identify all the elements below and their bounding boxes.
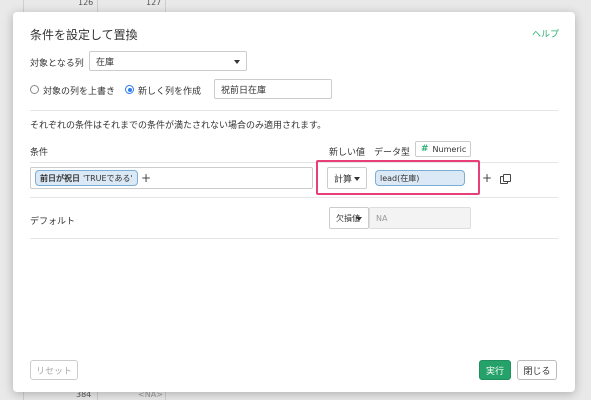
condition-field[interactable]: 前日が祝日 'TRUEである' + (30, 167, 313, 189)
target-column-select[interactable]: 在庫 (89, 51, 247, 71)
add-row-button[interactable]: + (482, 172, 492, 184)
condition-column: 前日が祝日 (40, 173, 80, 183)
value-expression-field[interactable]: lead(在庫) (375, 170, 465, 186)
divider (30, 110, 558, 111)
reset-button[interactable]: リセット (30, 360, 78, 380)
default-mode-select[interactable]: 欠損値 (329, 207, 369, 229)
chevron-down-icon (356, 217, 362, 221)
duplicate-icon[interactable] (500, 174, 511, 184)
help-link[interactable]: ヘルプ (532, 27, 559, 40)
dialog-title: 条件を設定して置換 (30, 28, 138, 42)
new-column-name-input[interactable]: 祝前日在庫 (214, 79, 332, 99)
default-label: デフォルト (30, 217, 76, 227)
bg-cell: 126 (78, 0, 94, 7)
overwrite-radio[interactable] (30, 85, 39, 94)
value-mode-select[interactable]: 計算 (327, 167, 367, 189)
chevron-down-icon (234, 60, 240, 64)
divider (30, 238, 558, 239)
target-column-label: 対象となる列 (30, 59, 84, 69)
divider (30, 197, 558, 198)
info-text: それぞれの条件はそれまでの条件が満たされない場合のみ適用されます。 (30, 121, 327, 131)
condition-value: 'TRUEである' (83, 173, 133, 183)
condition-pill[interactable]: 前日が祝日 'TRUEである' (35, 170, 138, 186)
target-column-value: 在庫 (96, 57, 115, 68)
add-condition-button[interactable]: + (141, 172, 151, 184)
hash-icon: # (421, 144, 429, 154)
data-type-value: Numeric (432, 144, 467, 154)
overwrite-option-label[interactable]: 対象の列を上書き (43, 84, 115, 97)
replace-dialog: 条件を設定して置換 ヘルプ 対象となる列 在庫 対象の列を上書き 新しく列を作成… (13, 12, 575, 392)
run-button[interactable]: 実行 (479, 360, 511, 380)
new-value-header: 新しい値 (329, 148, 366, 158)
bg-cell: 127 (146, 0, 162, 7)
new-column-radio[interactable] (125, 85, 134, 94)
conditions-header: 条件 (30, 148, 49, 158)
data-type-button[interactable]: # Numeric (415, 141, 471, 157)
default-value-input: NA (369, 207, 471, 229)
close-button[interactable]: 閉じる (517, 360, 557, 380)
data-type-header: データ型 (374, 148, 411, 158)
value-mode-value: 計算 (334, 174, 353, 185)
chevron-down-icon (354, 177, 360, 181)
new-column-option-label[interactable]: 新しく列を作成 (138, 84, 201, 97)
